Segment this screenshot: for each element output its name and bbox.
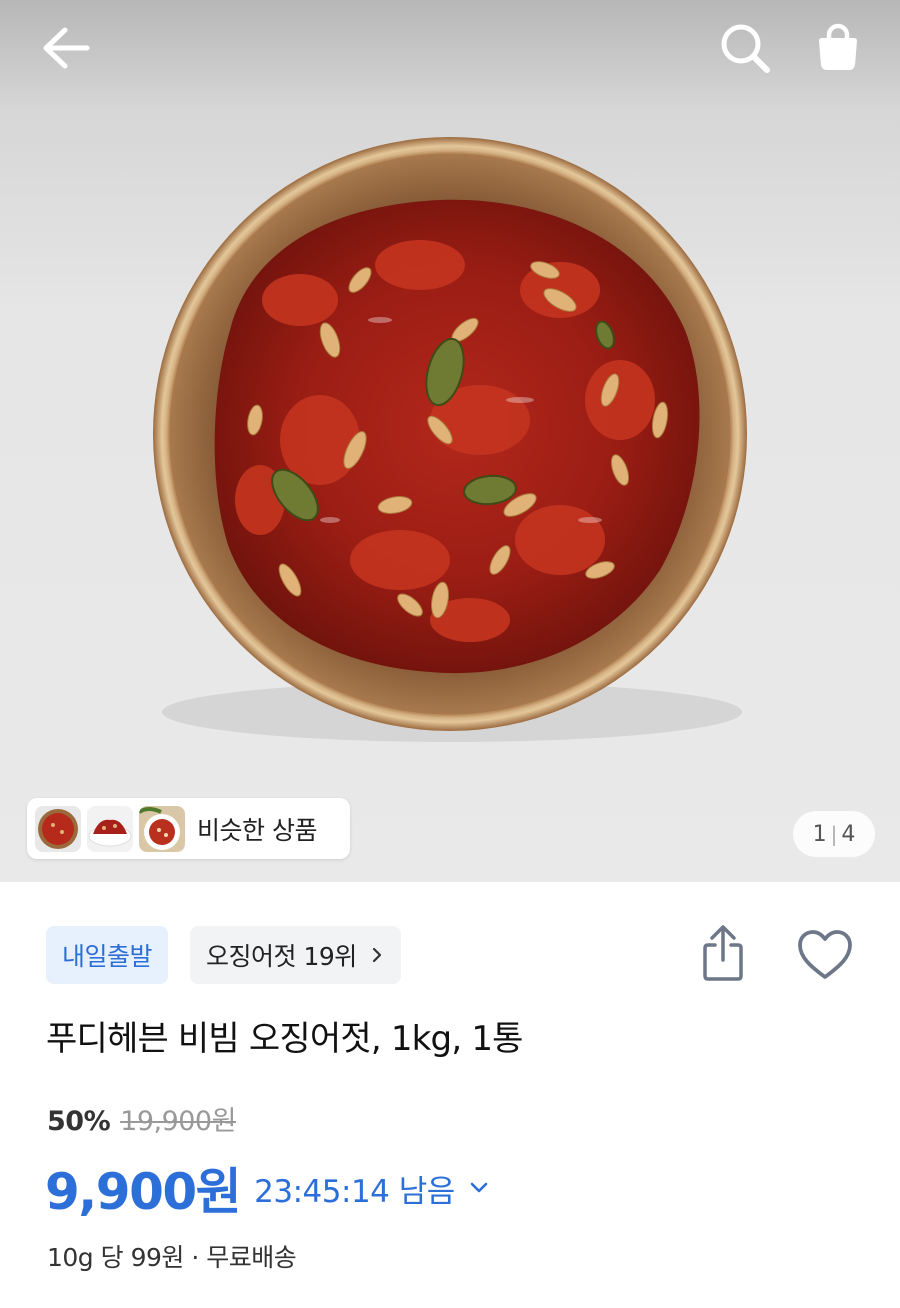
product-photo (153, 137, 747, 742)
original-price: 19,900원 (120, 1106, 236, 1137)
discount-row: 50% 19,900원 (47, 1099, 236, 1138)
search-button[interactable] (717, 20, 773, 76)
share-icon (703, 925, 743, 981)
page-separator: | (830, 822, 838, 846)
cart-button[interactable] (810, 20, 866, 76)
similar-product-thumbnail (87, 805, 133, 852)
category-rank-label: 오징어젓 19위 (206, 942, 357, 971)
delivery-badge: 내일출발 (46, 926, 169, 984)
product-image-gallery[interactable]: 비슷한 상품 1 | 4 (0, 0, 900, 882)
deal-countdown: 23:45:14 남음 (254, 1173, 455, 1210)
back-button[interactable] (38, 20, 94, 76)
discount-rate: 50% (47, 1106, 111, 1137)
category-rank-button[interactable]: 오징어젓 19위 (190, 926, 401, 984)
similar-product-thumbnail (139, 805, 185, 852)
image-page-indicator: 1 | 4 (793, 811, 875, 857)
search-icon (721, 24, 770, 73)
current-image-index: 1 (812, 821, 827, 847)
share-button[interactable] (694, 922, 752, 984)
wishlist-button[interactable] (795, 926, 855, 984)
info-separator: · (191, 1243, 199, 1272)
price-row: 9,900원 23:45:14 남음 (45, 1152, 489, 1224)
product-title: 푸디헤븐 비빔 오징어젓, 1kg, 1통 (46, 1019, 523, 1059)
similar-product-thumbnail (35, 805, 81, 852)
total-image-count: 4 (841, 821, 856, 847)
sale-price: 9,900원 (45, 1163, 242, 1221)
chevron-right-icon (371, 946, 383, 964)
unit-price-shipping: 10g 당 99원 · 무료배송 (47, 1238, 297, 1274)
shopping-bag-icon (819, 23, 857, 70)
chevron-down-icon (469, 1182, 489, 1194)
similar-products-button[interactable]: 비슷한 상품 (27, 798, 350, 859)
shipping-info: 무료배송 (206, 1243, 297, 1272)
deal-countdown-toggle[interactable]: 23:45:14 남음 (254, 1166, 489, 1211)
similar-products-label: 비슷한 상품 (197, 815, 317, 845)
arrow-left-icon (43, 27, 90, 69)
unit-price: 10g 당 99원 (47, 1243, 184, 1272)
heart-icon (798, 930, 852, 979)
